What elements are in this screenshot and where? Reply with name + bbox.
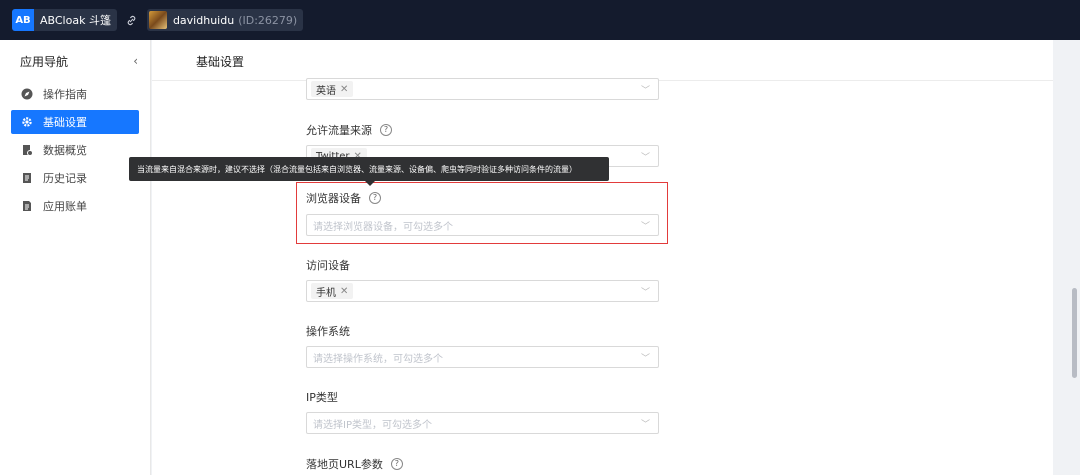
help-icon[interactable]: ? [390,458,403,470]
sidebar-title: 应用导航 [20,54,69,69]
main-content: 基础设置 英语 ✕ ﹀ 允许流量来源 ? Twitter ✕ ﹀ 浏览器设备 ?… [152,40,1053,475]
os-select[interactable]: 请选择操作系统，可勾选多个 ﹀ [306,346,659,368]
sidebar-item-label: 基础设置 [43,116,87,129]
sidebar: 应用导航 ‹ 操作指南 基础设置 数据概览 历史记录 应用账单 [0,40,151,475]
chevron-down-icon: ﹀ [640,86,650,96]
close-icon[interactable]: ✕ [340,286,348,297]
page-title: 基础设置 [196,55,245,69]
app-name: ABCloak 斗篷 [40,14,111,27]
chevron-left-icon[interactable]: ‹ [133,54,138,68]
sidebar-item-bill[interactable]: 应用账单 [11,194,139,218]
language-select[interactable]: 英语 ✕ ﹀ [306,78,659,100]
chevron-down-icon: ﹀ [640,288,650,298]
ip-type-label: IP类型 [306,389,338,405]
traffic-source-label: 允许流量来源 ? [306,122,392,138]
access-device-select[interactable]: 手机 ✕ ﹀ [306,280,659,302]
user-id: (ID:26279) [238,13,298,27]
os-label: 操作系统 [306,323,350,339]
navigation-icon [21,88,33,100]
scrollbar[interactable] [1072,288,1077,378]
data-doc-icon [21,144,33,156]
tag-label: 英语 [316,85,336,97]
link-icon [125,13,139,27]
avatar [148,11,167,29]
field-label-text: 浏览器设备 [306,192,361,205]
field-label-text: 操作系统 [306,325,350,338]
sidebar-header: 应用导航 ‹ [0,40,150,82]
app-logo: AB [12,9,34,31]
tag-label: 手机 [316,287,336,299]
chevron-down-icon: ﹀ [640,354,650,364]
top-bar: AB ABCloak 斗篷 davidhuidu (ID:26279) [0,0,1080,40]
chevron-down-icon: ﹀ [640,153,650,163]
history-icon [21,172,33,184]
sidebar-item-label: 应用账单 [43,200,87,213]
tooltip-text: 当流量来自混合来源时，建议不选择（混合流量包括来自浏览器、流量来源、设备偏、爬虫… [137,164,577,174]
sidebar-item-guide[interactable]: 操作指南 [11,82,139,106]
app-switcher[interactable]: AB ABCloak 斗篷 [12,9,117,31]
sidebar-item-label: 操作指南 [43,88,87,101]
chevron-down-icon: ﹀ [640,420,650,430]
select-placeholder: 请选择浏览器设备，可勾选多个 [313,221,453,233]
field-label-text: 访问设备 [306,259,350,272]
field-label-text: 允许流量来源 [306,124,372,137]
landing-url-label: 落地页URL参数 ? [306,456,403,472]
sidebar-item-label: 数据概览 [43,144,87,157]
select-placeholder: 请选择操作系统，可勾选多个 [313,353,443,365]
selected-tag: 手机 ✕ [311,283,354,299]
tooltip: 当流量来自混合来源时，建议不选择（混合流量包括来自浏览器、流量来源、设备偏、爬虫… [129,157,609,181]
user-name: davidhuidu [172,13,235,27]
browser-device-label: 浏览器设备 ? [306,190,381,206]
access-device-label: 访问设备 [306,257,350,273]
selected-tag: 英语 ✕ [311,81,354,97]
sidebar-item-settings[interactable]: 基础设置 [11,110,139,134]
sidebar-item-data[interactable]: 数据概览 [11,138,139,162]
field-label-text: 落地页URL参数 [306,458,383,471]
right-gutter [1053,40,1080,475]
help-icon[interactable]: ? [380,124,392,136]
bill-icon [21,200,33,212]
close-icon[interactable]: ✕ [340,84,348,95]
sidebar-item-history[interactable]: 历史记录 [11,166,139,190]
tooltip-arrow [365,181,375,186]
help-icon[interactable]: ? [369,192,381,204]
gear-icon [21,116,33,128]
select-placeholder: 请选择IP类型，可勾选多个 [313,419,432,431]
chevron-down-icon: ﹀ [640,222,650,232]
sidebar-item-label: 历史记录 [43,172,87,185]
field-label-text: IP类型 [306,391,338,404]
browser-device-select[interactable]: 请选择浏览器设备，可勾选多个 ﹀ [306,214,659,236]
user-account[interactable]: davidhuidu (ID:26279) [146,9,304,31]
ip-type-select[interactable]: 请选择IP类型，可勾选多个 ﹀ [306,412,659,434]
